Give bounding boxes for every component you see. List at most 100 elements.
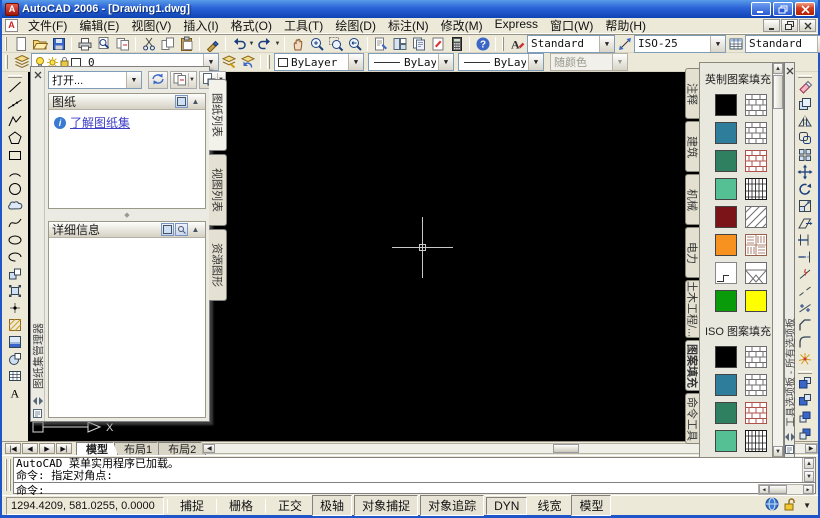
save-button[interactable] <box>49 35 68 52</box>
hatch-swatch-diagonal[interactable] <box>745 206 767 228</box>
command-window-grip[interactable] <box>2 456 13 495</box>
command-hscrollbar[interactable]: ◀ ▶ <box>758 484 814 495</box>
menu-item-5[interactable]: 工具(T) <box>278 16 329 35</box>
ellipse-button[interactable] <box>4 233 26 250</box>
prev-tab-button[interactable]: ◀ <box>22 443 38 454</box>
toggle-dyn[interactable]: DYN <box>486 497 527 515</box>
hatch-swatch-brick[interactable] <box>745 402 767 424</box>
publish-button[interactable]: ▼ <box>170 71 197 89</box>
hatch-swatch-solid[interactable] <box>715 178 737 200</box>
sheet-options-icon[interactable] <box>175 95 188 108</box>
menu-item-10[interactable]: 窗口(W) <box>544 16 599 35</box>
menu-item-3[interactable]: 插入(I) <box>177 16 224 35</box>
tp-properties-icon[interactable] <box>784 443 796 455</box>
offset-button[interactable] <box>794 131 816 148</box>
plot-button[interactable] <box>75 35 94 52</box>
toggle-snap[interactable]: 捕捉 <box>172 495 212 516</box>
chevron-down-icon[interactable]: ▼ <box>188 73 195 87</box>
ssm-splitter[interactable]: ◆ <box>48 212 206 218</box>
circle-button[interactable] <box>4 182 26 199</box>
hatch-button[interactable] <box>4 318 26 335</box>
learn-sheet-set-link[interactable]: 了解图纸集 <box>70 114 130 131</box>
explode-button[interactable] <box>794 352 816 369</box>
line-button[interactable] <box>4 80 26 97</box>
sync-button[interactable] <box>148 71 168 89</box>
status-menu-arrow-icon[interactable]: ▼ <box>800 501 814 510</box>
sheetset-manager-button[interactable] <box>409 35 428 52</box>
palette-tab-annotation[interactable]: 注释 <box>685 68 699 119</box>
tool-palettes-title-bar[interactable]: 工具选项板 - 所有选项板 <box>784 62 795 458</box>
insert-block-button[interactable] <box>4 267 26 284</box>
hatch-swatch-grid[interactable] <box>745 178 767 200</box>
publish-button[interactable] <box>113 35 132 52</box>
text-style-combo[interactable]: Standard▼ <box>527 35 615 53</box>
make-object-layer-current-button[interactable] <box>219 54 238 71</box>
ssm-tab-sheet-list[interactable]: 图纸列表 <box>209 79 227 151</box>
toolbar-grip[interactable] <box>798 75 812 78</box>
chevron-down-icon[interactable]: ▼ <box>126 72 141 88</box>
revision-cloud-button[interactable] <box>4 199 26 216</box>
collapse-chevron-icon[interactable]: ▲ <box>189 223 202 236</box>
paste-button[interactable] <box>177 35 196 52</box>
help-button[interactable]: ? <box>473 35 492 52</box>
scroll-up-icon[interactable]: ▲ <box>773 63 783 74</box>
command-input-row[interactable]: 命令: ◀ ▶ <box>14 482 815 496</box>
layout-tab-layout1[interactable]: 布局1 <box>114 442 162 455</box>
tp-autohide-icon[interactable] <box>784 431 796 443</box>
move-button[interactable] <box>794 165 816 182</box>
scroll-down-icon[interactable]: ▼ <box>773 446 783 457</box>
send-to-back-button[interactable] <box>794 393 816 410</box>
region-button[interactable] <box>4 352 26 369</box>
copy-object-button[interactable] <box>794 97 816 114</box>
stretch-button[interactable] <box>794 216 816 233</box>
scroll-up-icon[interactable]: ▲ <box>804 458 814 469</box>
hatch-swatch-solid[interactable] <box>715 234 737 256</box>
plot-preview-button[interactable] <box>94 35 113 52</box>
toolbar-grip[interactable] <box>5 55 8 69</box>
scroll-right-icon[interactable]: ▶ <box>803 485 813 494</box>
ssm-tab-view-list[interactable]: 视图列表 <box>209 154 227 226</box>
bring-to-front-button[interactable] <box>794 376 816 393</box>
menu-item-4[interactable]: 格式(O) <box>225 16 278 35</box>
erase-button[interactable] <box>794 80 816 97</box>
palette-tab-mechanical[interactable]: 机械 <box>685 174 699 225</box>
menu-item-11[interactable]: 帮助(H) <box>599 16 652 35</box>
hatch-swatch-solid[interactable] <box>715 430 737 452</box>
copy-button[interactable] <box>158 35 177 52</box>
table-style-combo[interactable]: Standard▼ <box>745 35 820 53</box>
mdi-restore-button[interactable] <box>781 19 798 32</box>
mdi-close-button[interactable] <box>799 19 816 32</box>
designcenter-button[interactable] <box>390 35 409 52</box>
join-button[interactable] <box>794 301 816 318</box>
markup-manager-button[interactable] <box>428 35 447 52</box>
ssm-close-icon[interactable] <box>32 69 44 81</box>
break-button[interactable] <box>794 284 816 301</box>
chevron-down-icon[interactable]: ▼ <box>274 41 281 47</box>
menu-item-8[interactable]: 修改(M) <box>435 16 489 35</box>
ellipse-arc-button[interactable] <box>4 250 26 267</box>
scroll-thumb[interactable] <box>553 444 579 453</box>
zoom-previous-button[interactable] <box>345 35 364 52</box>
dim-style-combo[interactable]: ISO-25▼ <box>634 35 726 53</box>
preview-icon[interactable] <box>175 223 188 236</box>
toggle-model[interactable]: 模型 <box>571 495 611 516</box>
construction-line-button[interactable] <box>4 97 26 114</box>
toolbar-grip[interactable] <box>8 75 22 78</box>
multiline-text-button[interactable]: A <box>4 386 26 403</box>
zoom-realtime-button[interactable] <box>307 35 326 52</box>
toolbar-grip[interactable] <box>267 55 270 69</box>
zoom-window-button[interactable] <box>326 35 345 52</box>
chevron-down-icon[interactable]: ▼ <box>599 36 614 52</box>
hatch-swatch-brick[interactable] <box>745 150 767 172</box>
redo-button[interactable] <box>255 35 274 52</box>
toolbar-grip[interactable] <box>5 37 7 51</box>
menu-item-9[interactable]: Express <box>489 16 544 35</box>
scroll-thumb[interactable] <box>769 485 787 494</box>
toggle-osnap[interactable]: 对象捕捉 <box>354 495 418 516</box>
hatch-swatch-brick[interactable] <box>745 122 767 144</box>
command-vscrollbar[interactable]: ▲ ▼ <box>802 458 815 482</box>
command-history-lines[interactable]: AutoCAD 菜单实用程序已加载。命令: 指定对角点: <box>14 458 802 482</box>
menu-item-0[interactable]: 文件(F) <box>22 16 73 35</box>
chevron-down-icon[interactable]: ▼ <box>248 41 255 47</box>
next-tab-button[interactable]: ▶ <box>39 443 55 454</box>
